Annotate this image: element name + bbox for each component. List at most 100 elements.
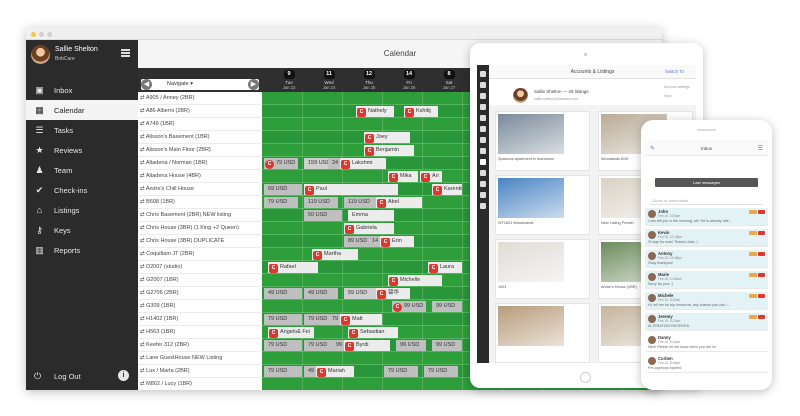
listing-name[interactable]: ⇄ G309 (1BR) (138, 300, 262, 313)
reservation-bar[interactable]: C Ari (420, 171, 442, 182)
reservation-bar[interactable]: C Byrdi (344, 340, 390, 351)
price-cell[interactable]: 79 USD (264, 366, 302, 377)
listing-name[interactable]: ⇄ Lane GuestHouse NEW Listing (138, 352, 262, 365)
reservation-bar[interactable]: C 锦华 (376, 288, 410, 299)
sync-toggle[interactable]: Sync (664, 94, 672, 98)
user-profile[interactable]: Sallie Shelton BnbCare (26, 40, 138, 70)
navigate-dropdown[interactable]: Navigate ▾ (167, 81, 193, 87)
tablet-nav-icon[interactable] (480, 148, 486, 154)
listing-name[interactable]: ⇄ Alisson's Basement (1BR) (138, 131, 262, 144)
price-cell[interactable]: 49 USD (264, 288, 302, 299)
listing-name[interactable]: ⇄ A905 / Anney (2BR) (138, 92, 262, 105)
listing-name[interactable]: ⇄ H1402 (1BR) (138, 313, 262, 326)
navigate-control[interactable]: ◀ Navigate ▾ ▶ (141, 79, 259, 90)
day-header[interactable]: 14 Fri Jan 26 (390, 70, 428, 92)
reservation-bar[interactable]: C Rafael (268, 262, 318, 273)
listing-name[interactable]: ⇄ Lux / Marta (2BR) (138, 365, 262, 378)
reservation-bar[interactable]: C Erin (380, 236, 414, 247)
message-item[interactable]: Michele Feb 15, 8:42am Hi, tell me for tri… (645, 292, 768, 310)
listing-name[interactable]: ⇄ D2007 (studio) (138, 261, 262, 274)
message-item[interactable]: Danny Feb 14, 9:42pm Nice! Please let me k… (645, 334, 768, 352)
reservation-bar[interactable]: C Martha (312, 249, 358, 260)
search-input[interactable]: Guest or reservation (650, 197, 763, 205)
listing-name[interactable]: ⇄ M802 / Lucy (1BR) (138, 378, 262, 390)
listing-name[interactable]: ⇄ B608 (1BR) (138, 196, 262, 209)
reservation-bar[interactable]: C Paul (304, 184, 398, 195)
price-cell[interactable]: 99 USD C (392, 301, 426, 312)
reservation-bar[interactable]: C Mariah (316, 366, 354, 377)
reservation-bar[interactable]: C Benjamin (364, 145, 414, 156)
listing-name[interactable]: ⇄ H563 (1BR) (138, 326, 262, 339)
tablet-nav-icon[interactable] (480, 115, 486, 121)
tablet-nav-icon[interactable] (480, 126, 486, 132)
sidebar-item-listings[interactable]: ⌂ Listings (26, 200, 138, 220)
switch-to-link[interactable]: Switch To (665, 69, 684, 74)
info-icon[interactable]: i (118, 370, 129, 381)
sidebar-item-calendar[interactable]: ▦ Calendar (26, 100, 138, 120)
sidebar-item-reviews[interactable]: ★ Reviews (26, 140, 138, 160)
listing-name[interactable]: ⇄ Alisson's Main Floor (2BR) (138, 144, 262, 157)
price-cell[interactable]: 99 USD (432, 301, 462, 312)
price-cell[interactable]: 59 USD (344, 288, 378, 299)
filter-icon[interactable]: ☰ (758, 145, 763, 152)
price-cell[interactable]: 79 USD (264, 340, 302, 351)
reservation-bar[interactable]: C Abel (376, 197, 422, 208)
price-cell[interactable]: 79 USD (424, 366, 458, 377)
day-header[interactable]: 8 Sat Jan 27 (430, 70, 468, 92)
price-cell[interactable]: 79 USD C (264, 158, 298, 169)
message-item[interactable]: Marie Feb 15, 11:55am Sorry No pics :) (645, 271, 768, 289)
message-item[interactable]: Jeremy Feb 15, 5:13am ALTERATION RECEIVED (645, 313, 768, 331)
reservation-bar[interactable]: C Sebastian (348, 327, 398, 338)
sidebar-item-team[interactable]: ♟ Team (26, 160, 138, 180)
tablet-nav-icon[interactable] (480, 192, 486, 198)
tablet-nav-icon[interactable] (480, 181, 486, 187)
account-settings-link[interactable]: Account settings (664, 85, 690, 89)
sidebar-item-tasks[interactable]: ☰ Tasks (26, 120, 138, 140)
listing-name[interactable]: ⇄ Chris Basement (2BR) NEW listing (138, 209, 262, 222)
last-messages-button[interactable]: Last messages (655, 178, 758, 187)
reservation-bar[interactable]: C Gabriela (344, 223, 394, 234)
next-arrow-icon[interactable]: ▶ (248, 79, 259, 90)
listing-name[interactable]: ⇄ Altadena / Norman (1BR) (138, 157, 262, 170)
tablet-nav-icon[interactable] (480, 71, 486, 77)
sidebar-item-inbox[interactable]: ▣ Inbox (26, 80, 138, 100)
day-header[interactable]: 9 Tue Jan 23 (270, 70, 308, 92)
reservation-bar[interactable]: C Nathely (356, 106, 394, 117)
message-item[interactable]: Antony Feb 15, 12:48pm Okay thankyou! (645, 250, 768, 268)
home-button[interactable] (580, 372, 591, 383)
listing-card[interactable]: J403 (495, 239, 590, 299)
message-item[interactable]: Kevin Feb 15, 12:15pm I'll stay for sure! … (645, 229, 768, 247)
price-cell[interactable]: 69 USD (264, 184, 302, 195)
window-dot-icon[interactable] (39, 32, 44, 37)
listing-name[interactable]: ⇄ A86 Alberni (2BR) (138, 105, 262, 118)
sidebar-item-keys[interactable]: ⚷ Keys (26, 220, 138, 240)
day-header[interactable]: 12 Thu Jan 25 (350, 70, 388, 92)
price-cell[interactable]: 79 USD (264, 197, 298, 208)
tablet-nav-icon[interactable] (480, 93, 486, 99)
listing-name[interactable]: ⇄ Altadena House (4BR) (138, 170, 262, 183)
price-cell[interactable]: 79 USD (264, 314, 302, 325)
listing-card[interactable]: Spacious apartment in downtown (495, 111, 590, 171)
prev-arrow-icon[interactable]: ◀ (141, 79, 152, 90)
logout-button[interactable]: ⏻ Log Out i (26, 368, 138, 386)
reservation-bar[interactable]: C Lakshmi (340, 158, 386, 169)
tablet-nav-icon[interactable] (480, 82, 486, 88)
sidebar-item-check-ins[interactable]: ✔ Check-ins (26, 180, 138, 200)
message-item[interactable]: John Feb 15, 3:29pm I can tell you in the … (645, 208, 768, 226)
listing-name[interactable]: ⇄ Coquitlam JT (2BR) (138, 248, 262, 261)
tablet-nav-icon[interactable] (480, 137, 486, 143)
listing-name[interactable]: ⇄ Chris House (3BR) DUPLICATE (138, 235, 262, 248)
price-cell[interactable]: 49 USD (304, 288, 338, 299)
reservation-bar[interactable]: Emma (348, 210, 394, 221)
listing-name[interactable]: ⇄ Keefer 312 (2BR) (138, 339, 262, 352)
listing-card[interactable] (495, 303, 590, 363)
reservation-bar[interactable]: C Matt (340, 314, 382, 325)
reservation-bar[interactable]: C Mika (388, 171, 418, 182)
price-cell[interactable]: 119 USD (304, 197, 338, 208)
reservation-bar[interactable]: C Joey (364, 132, 410, 143)
reservation-bar[interactable]: C Michelle (388, 275, 442, 286)
reservation-bar[interactable]: CKarentina (432, 184, 462, 195)
window-dot-icon[interactable] (31, 32, 36, 37)
listing-name[interactable]: ⇄ Chris House (3BR) (1 King +2 Queen) (138, 222, 262, 235)
tablet-nav-icon[interactable] (480, 170, 486, 176)
